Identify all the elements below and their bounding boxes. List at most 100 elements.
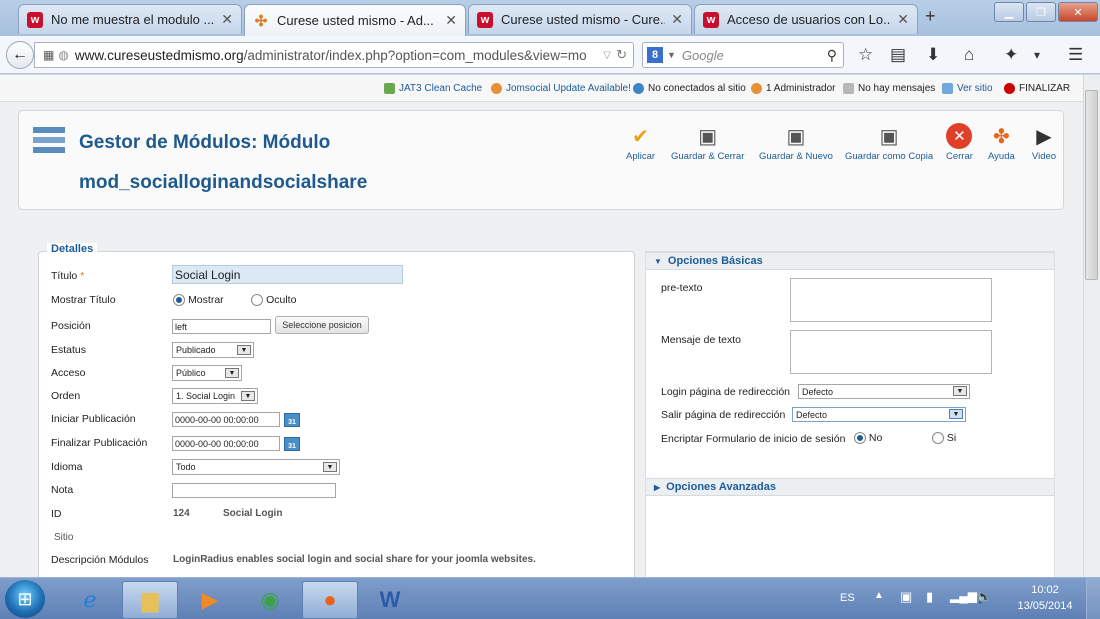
clock[interactable]: 10:02 13/05/2014: [1010, 582, 1080, 614]
login-redirect-value: Defecto: [802, 386, 834, 397]
scrollbar-thumb[interactable]: [1085, 90, 1098, 280]
radio-encrypt-yes[interactable]: [932, 432, 944, 445]
status-select[interactable]: Publicado ▼: [172, 342, 254, 358]
site-label: Sitio: [54, 532, 74, 543]
message-textarea[interactable]: [790, 330, 992, 374]
save-new-label: Guardar & Nuevo: [759, 151, 833, 162]
logout-icon: [1004, 83, 1015, 94]
position-input[interactable]: left: [172, 319, 271, 334]
url-bar[interactable]: ▦ ◍ www.cureseustedmismo.org/administrat…: [34, 42, 634, 68]
access-label: Acceso: [51, 367, 86, 379]
help-button[interactable]: ✤ Ayuda: [988, 123, 1015, 163]
taskbar-word[interactable]: W: [362, 581, 418, 619]
radio-show[interactable]: [173, 294, 185, 307]
status-admins: 1 Administrador: [751, 83, 835, 94]
encrypt-no-radio[interactable]: No: [854, 432, 883, 445]
select-position-button[interactable]: Seleccione posicion: [275, 316, 369, 334]
taskbar-firefox[interactable]: ●: [302, 581, 358, 619]
close-tab-icon[interactable]: ✕: [671, 11, 683, 28]
url-path: /administrator/index.php?option=com_modu…: [243, 47, 587, 63]
taskbar-explorer[interactable]: ▆: [122, 581, 178, 619]
radio-hide-label: Oculto: [266, 294, 297, 306]
tab-4[interactable]: w Acceso de usuarios con Lo... ✕: [694, 4, 918, 34]
save-new-button[interactable]: ▣ Guardar & Nuevo: [759, 123, 833, 163]
radio-encrypt-no-label: No: [868, 432, 883, 444]
id-value: 124: [173, 508, 190, 519]
close-tab-icon[interactable]: ✕: [221, 11, 233, 28]
search-placeholder: Google: [681, 47, 724, 63]
encrypt-yes-radio[interactable]: Si: [932, 432, 956, 445]
status-logout[interactable]: FINALIZAR: [1004, 83, 1070, 94]
taskbar-ie[interactable]: ℯ: [62, 581, 118, 619]
title-input[interactable]: Social Login: [172, 265, 403, 284]
maximize-button[interactable]: ❐: [1026, 2, 1056, 22]
reload-icon[interactable]: ↻: [616, 47, 627, 63]
calendar-icon[interactable]: 31: [284, 437, 300, 451]
pretext-textarea[interactable]: [790, 278, 992, 322]
radio-hide[interactable]: [251, 294, 263, 307]
close-button[interactable]: ✕ Cerrar: [946, 123, 973, 162]
addon-dropdown-icon[interactable]: ▾: [1034, 48, 1040, 62]
tab-2[interactable]: ✣ Curese usted mismo - Ad... ✕: [244, 4, 466, 36]
signal-icon[interactable]: ▂▄▆: [950, 589, 977, 603]
status-jomsocial-update[interactable]: Jomsocial Update Available!: [491, 83, 631, 94]
search-bar[interactable]: 8 ▼ Google ⚲: [642, 42, 844, 68]
web-icon: w: [27, 11, 43, 28]
basic-options-header[interactable]: ▼ Opciones Básicas: [646, 252, 1054, 270]
show-title-radio[interactable]: Mostrar: [173, 294, 224, 307]
details-fieldset: Detalles Título * Social Login Mostrar T…: [38, 243, 635, 577]
publish-up-input[interactable]: 0000-00-00 00:00:00: [172, 412, 280, 427]
taskbar-media[interactable]: ▶: [182, 581, 238, 619]
language-label: Idioma: [51, 461, 83, 473]
network-icon[interactable]: ▣: [900, 589, 912, 605]
chevron-down-icon: ▼: [654, 256, 662, 266]
back-button[interactable]: ←: [6, 41, 34, 69]
video-label: Video: [1031, 151, 1057, 162]
language-indicator[interactable]: ES: [840, 592, 855, 604]
access-select[interactable]: Público ▼: [172, 365, 242, 381]
minimize-button[interactable]: ▁: [994, 2, 1024, 22]
video-button[interactable]: ▶ Video: [1031, 123, 1057, 163]
close-tab-icon[interactable]: ✕: [897, 11, 909, 28]
status-clean-cache[interactable]: JAT3 Clean Cache: [384, 83, 482, 94]
mail-icon: [843, 83, 854, 94]
tab-1[interactable]: w No me muestra el modulo ... ✕: [18, 4, 242, 34]
volume-icon[interactable]: 🔈: [976, 589, 992, 605]
publish-down-input[interactable]: 0000-00-00 00:00:00: [172, 436, 280, 451]
bookmark-star-icon[interactable]: ☆: [858, 45, 873, 65]
search-icon[interactable]: ⚲: [827, 47, 837, 64]
apply-button[interactable]: ✔ Aplicar: [626, 123, 655, 163]
radio-encrypt-no[interactable]: [854, 432, 866, 445]
video-icon: ▶: [1036, 125, 1052, 148]
status-messages-label: No hay mensajes: [858, 83, 936, 94]
login-redirect-select[interactable]: Defecto ▼: [798, 384, 970, 399]
calendar-icon[interactable]: 31: [284, 413, 300, 427]
status-view-site[interactable]: Ver sitio: [942, 83, 993, 94]
menu-icon[interactable]: ☰: [1068, 45, 1083, 65]
close-window-button[interactable]: ✕: [1058, 2, 1098, 22]
save-close-button[interactable]: ▣ Guardar & Cerrar: [671, 123, 744, 163]
status-messages[interactable]: No hay mensajes: [843, 83, 935, 94]
language-select[interactable]: Todo ▼: [172, 459, 340, 475]
note-input[interactable]: [172, 483, 336, 498]
save-copy-button[interactable]: ▣ Guardar como Copia: [845, 123, 933, 163]
order-select[interactable]: 1. Social Login ▼: [172, 388, 258, 404]
bookmarks-list-icon[interactable]: ▤: [890, 45, 906, 65]
engine-dropdown-icon[interactable]: ▼: [667, 50, 676, 60]
tab-3[interactable]: w Curese usted mismo - Cure... ✕: [468, 4, 692, 34]
battery-icon[interactable]: ▮: [926, 589, 933, 605]
start-button[interactable]: ⊞: [5, 580, 45, 618]
addon-icon[interactable]: ✦: [1004, 45, 1018, 65]
downloads-icon[interactable]: ⬇: [926, 45, 940, 65]
show-desktop-button[interactable]: [1086, 578, 1100, 619]
home-icon[interactable]: ⌂: [964, 45, 974, 65]
logout-redirect-select[interactable]: Defecto ▼: [792, 407, 966, 422]
advanced-options-header[interactable]: ▶ Opciones Avanzadas: [646, 478, 1054, 496]
taskbar-app[interactable]: ◉: [242, 581, 298, 619]
new-tab-button[interactable]: +: [925, 6, 936, 27]
dropdown-icon[interactable]: ▽: [603, 50, 611, 61]
tray-expand-icon[interactable]: ▲: [874, 590, 884, 601]
navigation-bar: ← ▦ ◍ www.cureseustedmismo.org/administr…: [0, 36, 1100, 74]
close-tab-icon[interactable]: ✕: [445, 12, 457, 29]
hide-title-radio[interactable]: Oculto: [251, 294, 297, 307]
